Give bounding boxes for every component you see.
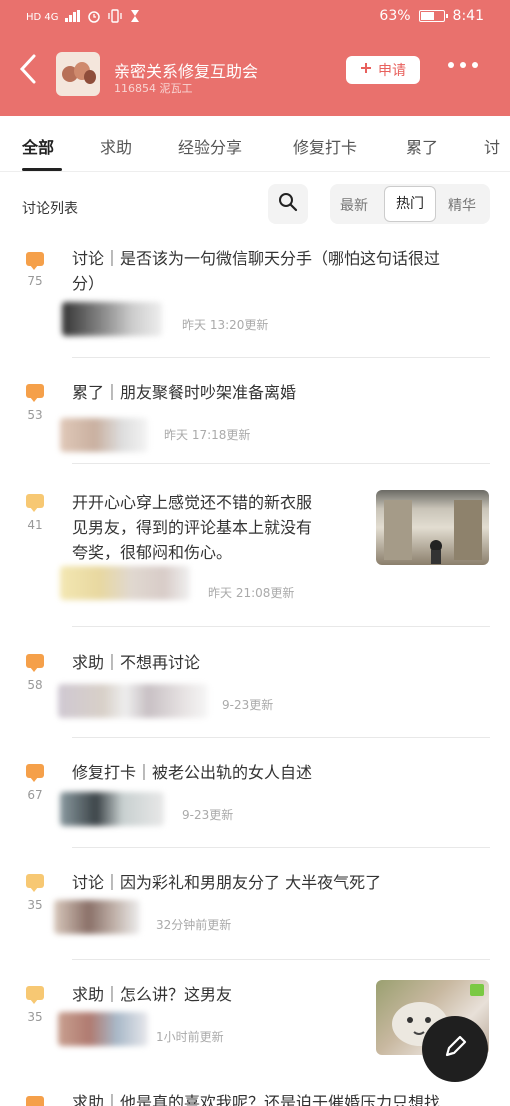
status-left: HD 4G <box>26 9 141 26</box>
update-time: 昨天 17:18更新 <box>164 428 251 442</box>
network-label: HD 4G <box>26 12 59 23</box>
comment-bubble-icon <box>26 494 44 512</box>
post-title[interactable]: 讨论｜因为彩礼和男朋友分了 大半夜气死了 <box>72 870 381 895</box>
reply-count: 35 <box>27 898 43 912</box>
tab-checkin[interactable]: 修复打卡 <box>293 134 357 158</box>
vibrate-icon <box>107 9 123 26</box>
comment-bubble-icon <box>26 654 44 672</box>
post-title-line: 见男友，得到的评论基本上就没有 <box>72 518 313 537</box>
search-button[interactable] <box>268 184 308 224</box>
update-time: 9-23更新 <box>222 698 274 712</box>
hourglass-icon <box>129 9 141 26</box>
update-time: 昨天 13:20更新 <box>182 318 269 332</box>
alarm-icon <box>87 9 101 26</box>
search-icon <box>278 192 298 216</box>
avatar-group <box>60 418 148 452</box>
avatar-group <box>58 684 208 718</box>
post-title[interactable]: 求助｜他是真的喜欢我呢？还是迫于催婚压力只想找 <box>72 1090 492 1106</box>
comment-bubble-icon <box>26 384 44 402</box>
post-title[interactable]: 修复打卡｜被老公出轨的女人自述 <box>72 760 312 785</box>
divider <box>72 463 490 464</box>
avatar-group <box>54 900 140 934</box>
pen-icon <box>441 1033 469 1065</box>
group-name[interactable]: 亲密关系修复互助会 <box>114 58 258 82</box>
comment-bubble-icon <box>26 252 44 270</box>
signal-icon <box>64 10 81 25</box>
battery-fill <box>420 12 434 20</box>
reply-count: 41 <box>27 518 43 532</box>
battery-percent: 63% <box>379 8 411 24</box>
avatar-group <box>60 566 190 600</box>
comment-bubble-icon <box>26 1096 44 1106</box>
group-avatar[interactable] <box>56 52 100 96</box>
post-thumbnail[interactable] <box>376 490 489 565</box>
post-title-line: 分） <box>72 274 105 293</box>
avatar-group <box>62 302 162 336</box>
status-bar: HD 4G 63% 8:41 <box>0 0 510 34</box>
avatar-group <box>58 1012 148 1046</box>
avatar-group <box>60 792 164 826</box>
app-header: HD 4G 63% 8:41 亲密关系修复互助会 116854 泥瓦工 申请 <box>0 0 510 116</box>
tab-discuss-partial[interactable]: 讨 <box>484 134 504 158</box>
reply-count: 67 <box>27 788 43 802</box>
post-title-line: 夸奖，很郁闷和伤心。 <box>72 543 233 562</box>
tab-experience[interactable]: 经验分享 <box>178 134 242 158</box>
update-time: 32分钟前更新 <box>156 918 232 932</box>
tab-tired[interactable]: 累了 <box>406 134 438 158</box>
tab-help[interactable]: 求助 <box>100 134 132 158</box>
battery-icon <box>418 10 448 22</box>
more-dots-icon[interactable] <box>448 62 478 68</box>
post-title[interactable]: 求助｜怎么讲？这男友 <box>72 982 232 1007</box>
status-right: 63% 8:41 <box>379 8 484 24</box>
post-title-line: 讨论｜是否该为一句微信聊天分手（哪怕这句话很过 <box>72 249 441 268</box>
divider <box>72 847 490 848</box>
divider <box>72 959 490 960</box>
update-time: 9-23更新 <box>182 808 234 822</box>
reply-count: 53 <box>27 408 43 422</box>
comment-bubble-icon <box>26 986 44 1004</box>
tab-all[interactable]: 全部 <box>22 134 54 158</box>
clock: 8:41 <box>452 8 484 24</box>
category-tabs: 全部 求助 经验分享 修复打卡 累了 讨 <box>0 116 510 172</box>
active-tab-indicator <box>22 168 62 171</box>
reply-count: 35 <box>27 1010 43 1024</box>
post-title[interactable]: 求助｜不想再讨论 <box>72 650 200 675</box>
post-title-line: 开开心心穿上感觉还不错的新衣服 <box>72 493 313 512</box>
apply-label: 申请 <box>378 63 406 79</box>
back-arrow-icon[interactable] <box>16 52 44 86</box>
reply-count: 75 <box>27 274 43 288</box>
list-title: 讨论列表 <box>22 201 78 217</box>
sort-group: 最新 热门 精华 <box>330 184 490 224</box>
post-title[interactable]: 讨论｜是否该为一句微信聊天分手（哪怕这句话很过 分） <box>72 246 440 296</box>
comment-bubble-icon <box>26 874 44 892</box>
post-title[interactable]: 开开心心穿上感觉还不错的新衣服 见男友，得到的评论基本上就没有 夸奖，很郁闷和伤… <box>72 490 362 565</box>
plus-icon <box>360 62 372 78</box>
post-title[interactable]: 累了｜朋友聚餐时吵架准备离婚 <box>72 380 296 405</box>
sort-hot[interactable]: 热门 <box>384 186 436 222</box>
compose-button[interactable] <box>422 1016 488 1082</box>
reply-count: 58 <box>27 678 43 692</box>
update-time: 昨天 21:08更新 <box>208 586 295 600</box>
sort-latest[interactable]: 最新 <box>340 195 368 215</box>
update-time: 1小时前更新 <box>156 1030 224 1044</box>
comment-bubble-icon <box>26 764 44 782</box>
divider <box>72 626 490 627</box>
divider <box>72 357 490 358</box>
sort-featured[interactable]: 精华 <box>448 195 476 215</box>
group-subtitle: 116854 泥瓦工 <box>114 82 193 95</box>
apply-button[interactable]: 申请 <box>346 56 420 84</box>
divider <box>72 737 490 738</box>
